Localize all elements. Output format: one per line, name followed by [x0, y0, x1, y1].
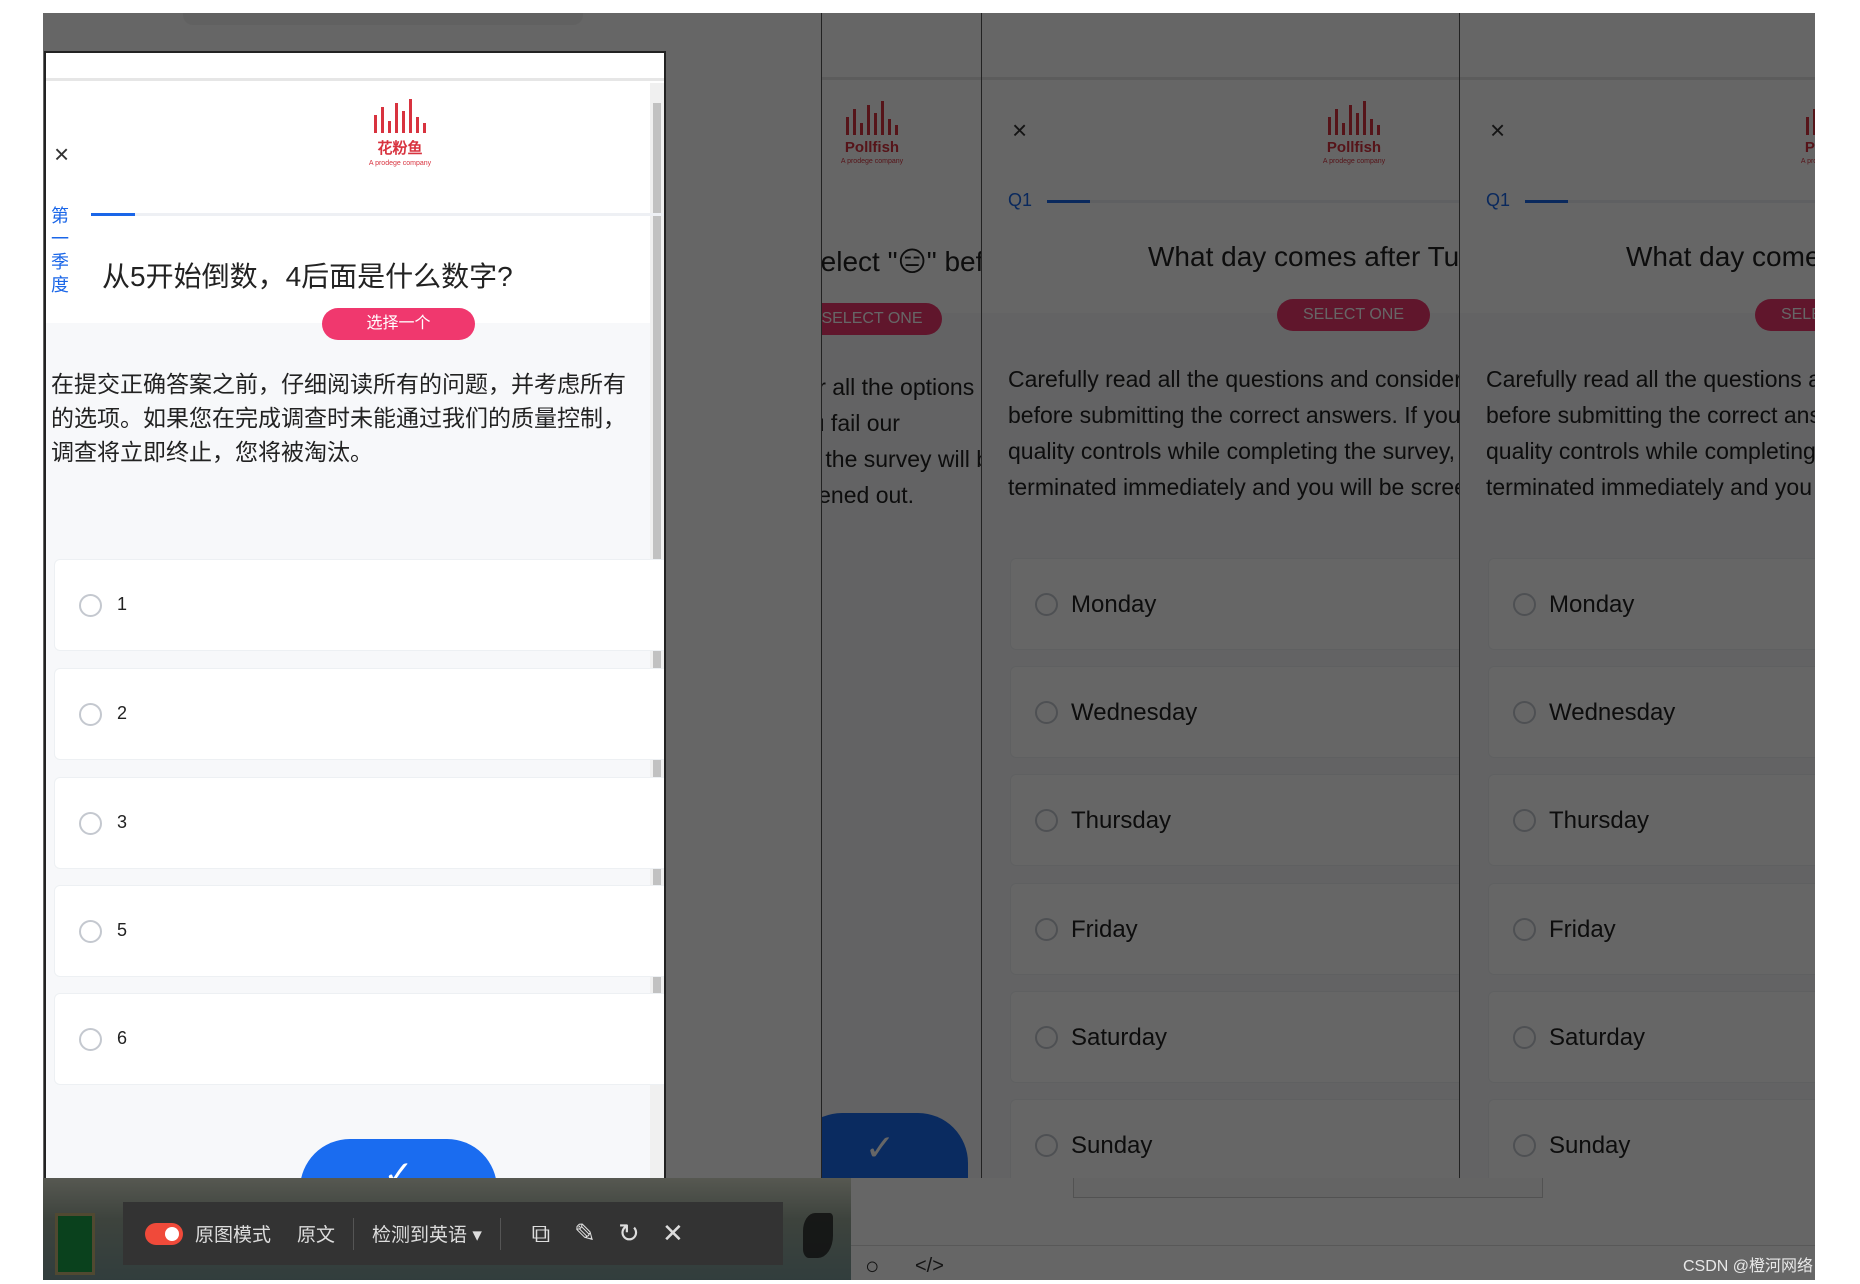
option-3[interactable]: 3 [54, 777, 664, 869]
close-icon[interactable]: ✕ [651, 1218, 695, 1249]
source-text-button[interactable]: 原文 [297, 1220, 335, 1247]
translation-toolbar: 原图模式 原文 检测到英语 ▾ ⧉ ✎ ↻ ✕ [123, 1202, 783, 1265]
question-text: What day comes after Tuesday? [1148, 241, 1459, 272]
survey-panel-selected: × 花粉鱼 A prodege company 第一季度 从5开始倒数，4后面是什… [44, 51, 666, 1178]
divider [851, 1245, 1815, 1246]
option-5[interactable]: 5 [54, 885, 664, 977]
huafenyu-logo: 花粉鱼 A prodege company [340, 99, 460, 167]
language-dropdown[interactable]: 检测到英语 ▾ [372, 1220, 482, 1247]
original-mode-toggle[interactable] [145, 1222, 183, 1245]
question-number: Q1 [1486, 190, 1511, 210]
option-sunday[interactable]: Sunday [1488, 1099, 1815, 1178]
option-friday[interactable]: Friday [1010, 883, 1459, 975]
original-mode-label[interactable]: 原图模式 [195, 1220, 271, 1247]
option-thursday[interactable]: Thursday [1488, 774, 1815, 866]
chevron-down-icon: ▾ [472, 1225, 482, 1246]
option-wednesday[interactable]: Wednesday [1488, 666, 1815, 758]
option-2[interactable]: 2 [54, 668, 664, 760]
survey-panel: × PollfishA prodege company Q1 What day … [981, 13, 1459, 1178]
select-one-badge: SELECT ONE [1277, 299, 1430, 331]
edit-icon[interactable]: ✎ [563, 1218, 607, 1249]
bird-silhouette [803, 1213, 833, 1258]
submit-button[interactable]: ✓ [300, 1139, 497, 1178]
watermark: CSDN @橙河网络 [1682, 1258, 1813, 1275]
close-icon[interactable]: × [1012, 115, 1027, 146]
instructions: Carefully read all the questions and con… [1008, 366, 1459, 500]
submit-button[interactable]: ✓ [822, 1113, 968, 1178]
screenshot-stage: PollfishA prodege company Select "😑" bef… [43, 13, 1815, 1280]
instructions: Carefully read all the questions and con… [1486, 366, 1815, 500]
progress-bar [91, 213, 664, 216]
hidden-dialog [1073, 1178, 1543, 1198]
question-text: What day comes after Tuesday? [1626, 241, 1815, 272]
option-6[interactable]: 6 [54, 993, 664, 1085]
instructions: 在提交正确答案之前，仔细阅读所有的问题，并考虑所有 的选项。如果您在完成调查时未能… [51, 371, 626, 465]
refresh-icon[interactable]: ↻ [607, 1218, 651, 1249]
close-icon[interactable]: × [1490, 115, 1505, 146]
survey-panel-partial: PollfishA prodege company Select "😑" bef… [821, 13, 981, 1178]
question-text: 从5开始倒数，4后面是什么数字? [102, 261, 513, 292]
pollfish-logo: PollfishA prodege company [1294, 101, 1414, 165]
option-saturday[interactable]: Saturday [1488, 991, 1815, 1083]
progress-bar [1525, 200, 1815, 203]
question-label: 第一季度 [51, 206, 69, 295]
pollfish-logo: PollfishA prodege company [822, 101, 932, 165]
option-sunday[interactable]: Sunday [1010, 1099, 1459, 1178]
app-icon[interactable] [55, 1213, 95, 1275]
select-one-badge: SELECT ONE [822, 303, 942, 335]
survey-panel: × PollfishA prodege company Q1 What day … [1459, 13, 1815, 1178]
code-icon[interactable]: </> [915, 1255, 944, 1278]
option-saturday[interactable]: Saturday [1010, 991, 1459, 1083]
progress-bar [1047, 200, 1459, 203]
select-one-badge: 选择一个 [322, 308, 475, 340]
copy-icon[interactable]: ⧉ [519, 1218, 563, 1250]
option-friday[interactable]: Friday [1488, 883, 1815, 975]
close-icon[interactable]: × [54, 139, 69, 170]
pollfish-logo: PollfishA prodege company [1772, 101, 1815, 165]
question-number: Q1 [1008, 190, 1033, 210]
instructions: Carefully read all the questions and con… [821, 374, 981, 508]
option-1[interactable]: 1 [54, 559, 664, 651]
circle-icon[interactable]: ○ [865, 1253, 880, 1280]
option-monday[interactable]: Monday [1010, 558, 1459, 650]
question-text: Select "😑" before [821, 246, 981, 277]
option-thursday[interactable]: Thursday [1010, 774, 1459, 866]
tab-shadow [183, 13, 583, 25]
select-one-badge: SELECT ONE [1755, 299, 1815, 331]
option-wednesday[interactable]: Wednesday [1010, 666, 1459, 758]
option-monday[interactable]: Monday [1488, 558, 1815, 650]
